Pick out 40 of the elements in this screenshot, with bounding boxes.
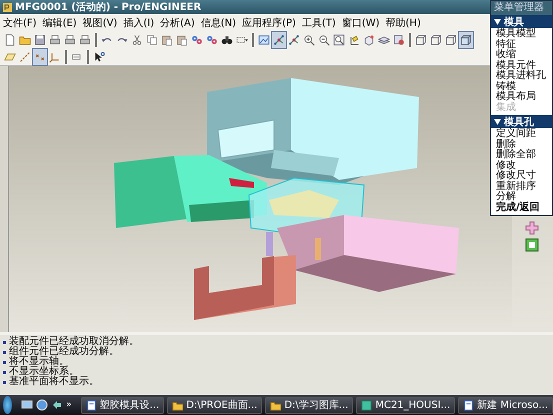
menu-item[interactable]: 分析(A) (160, 16, 195, 30)
menu-command[interactable]: 模具布局 (491, 92, 552, 102)
menu-command[interactable]: 删除全部 (491, 150, 552, 160)
message-text: 将不显示轴。 (9, 357, 69, 367)
menu-command[interactable]: 特征 (491, 40, 552, 50)
menu-command[interactable]: 修改尺寸 (491, 171, 552, 182)
window-title: MFG0001 (活动的) - Pro/ENGINEER (15, 0, 202, 14)
message-text: 装配元件已经成功取消分解。 (9, 337, 139, 347)
overflow-chevron[interactable]: » (66, 400, 72, 410)
menu-item[interactable]: 编辑(E) (42, 16, 77, 30)
menu-command[interactable]: 分解 (491, 192, 552, 202)
menu-command[interactable]: 完成/返回 (491, 202, 552, 213)
taskbar-button[interactable]: 新建 Microso... (458, 396, 553, 414)
section-header[interactable]: 模具孔 (491, 115, 552, 128)
taskbar-button[interactable]: D:\PROE曲面... (167, 396, 262, 414)
message-text: 组件元件已经成功分解。 (9, 347, 119, 357)
menu-command[interactable]: 模具模型 (491, 29, 552, 40)
menu-item[interactable]: 视图(V) (82, 16, 118, 30)
menu-item[interactable]: 帮助(H) (386, 16, 421, 30)
taskbar-button[interactable]: 塑胶模具设... (80, 396, 164, 414)
menu-command[interactable]: 重新排序 (491, 182, 552, 192)
panel-title: 菜单管理器 (491, 1, 552, 15)
menu-command[interactable]: 模具进料孔 (491, 71, 552, 82)
menu-command[interactable]: 定义间距 (491, 129, 552, 140)
menu-item[interactable]: 文件(F) (3, 16, 37, 30)
message-text: 基准平面将不显示。 (9, 377, 99, 387)
message-text: 不显示坐标系。 (9, 367, 79, 377)
section-header[interactable]: 模具 (491, 15, 552, 28)
menu-command[interactable]: 修改 (491, 160, 552, 171)
menu-item[interactable]: 窗口(W) (342, 16, 380, 30)
taskbar-button[interactable]: D:\学习图库... (265, 396, 354, 414)
menu-command[interactable]: 删除 (491, 140, 552, 150)
menu-item[interactable]: 插入(I) (123, 16, 154, 30)
menu-command[interactable]: 收缩 (491, 50, 552, 60)
taskbar-button[interactable]: MC21_HOUSI... (356, 396, 456, 414)
menu-item[interactable]: 应用程序(P) (242, 16, 296, 30)
menu-item[interactable]: 工具(T) (302, 16, 336, 30)
menu-item[interactable]: 信息(N) (200, 16, 236, 30)
menu-command[interactable]: 模具元件 (491, 60, 552, 71)
menu-command[interactable]: 铸模 (491, 82, 552, 92)
